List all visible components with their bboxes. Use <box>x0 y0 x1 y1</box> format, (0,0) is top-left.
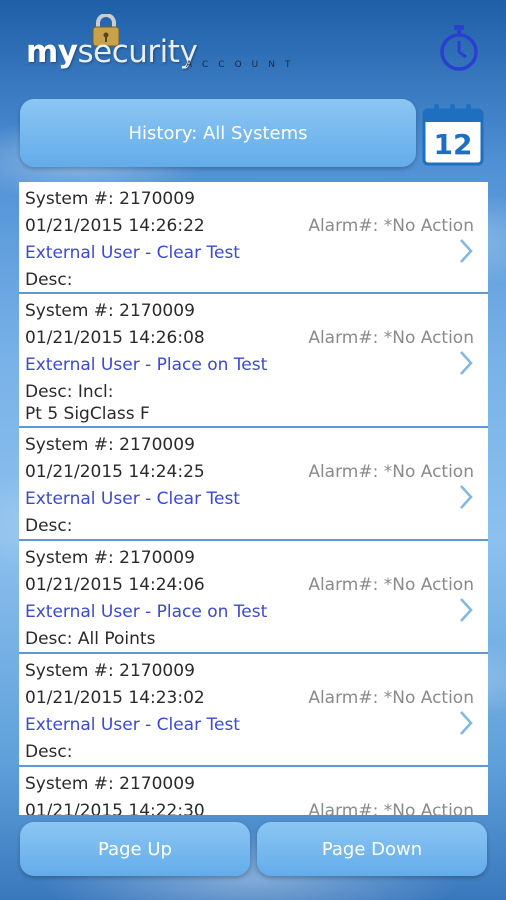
stopwatch-icon[interactable] <box>437 24 481 72</box>
alarm-status: Alarm#: *No Action <box>308 688 474 708</box>
system-number: System #: 2170009 <box>25 548 195 568</box>
entry-action: External User - Clear Test <box>25 243 240 263</box>
system-number: System #: 2170009 <box>25 435 195 455</box>
history-entry[interactable]: System #: 2170009 01/21/2015 14:26:22 Al… <box>19 182 488 294</box>
calendar-day: 12 <box>434 128 473 161</box>
chevron-right-icon[interactable] <box>458 710 474 736</box>
alarm-status: Alarm#: *No Action <box>308 801 474 815</box>
entry-datetime: 01/21/2015 14:26:08 <box>25 328 205 348</box>
entry-desc: Desc: All Points <box>25 629 156 649</box>
history-entry[interactable]: System #: 2170009 01/21/2015 14:24:25 Al… <box>19 428 488 541</box>
system-number: System #: 2170009 <box>25 661 195 681</box>
page-up-button[interactable]: Page Up <box>20 822 250 876</box>
system-number: System #: 2170009 <box>25 189 195 209</box>
history-title-bar[interactable]: History: All Systems <box>20 99 416 167</box>
history-list[interactable]: System #: 2170009 01/21/2015 14:26:22 Al… <box>19 182 488 815</box>
app-logo: mysecurity ACCOUNT <box>24 14 324 84</box>
entry-action: External User - Place on Test <box>25 355 268 375</box>
history-entry[interactable]: System #: 2170009 01/21/2015 14:24:06 Al… <box>19 541 488 654</box>
entry-desc: Desc: Incl: <box>25 382 114 402</box>
chevron-right-icon[interactable] <box>458 484 474 510</box>
alarm-status: Alarm#: *No Action <box>308 575 474 595</box>
chevron-right-icon[interactable] <box>458 597 474 623</box>
logo-security: security <box>77 34 198 70</box>
alarm-status: Alarm#: *No Action <box>308 328 474 348</box>
chevron-right-icon[interactable] <box>458 238 474 264</box>
entry-datetime: 01/21/2015 14:22:30 <box>25 801 205 815</box>
system-number: System #: 2170009 <box>25 774 195 794</box>
entry-desc: Desc: <box>25 742 73 762</box>
history-entry[interactable]: System #: 2170009 01/21/2015 14:23:02 Al… <box>19 654 488 767</box>
logo-my: my <box>26 34 78 70</box>
entry-action: External User - Clear Test <box>25 489 240 509</box>
alarm-status: Alarm#: *No Action <box>308 216 474 236</box>
logo-text: mysecurity <box>26 34 198 70</box>
alarm-status: Alarm#: *No Action <box>308 462 474 482</box>
entry-action: External User - Place on Test <box>25 602 268 622</box>
history-title-label: History: All Systems <box>128 122 308 144</box>
chevron-right-icon[interactable] <box>458 350 474 376</box>
calendar-icon[interactable]: 12 <box>421 102 485 166</box>
entry-desc-detail: Pt 5 SigClass F <box>25 404 150 424</box>
logo-subtitle: ACCOUNT <box>186 60 301 70</box>
entry-action: External User - Clear Test <box>25 715 240 735</box>
system-number: System #: 2170009 <box>25 301 195 321</box>
page-up-label: Page Up <box>98 838 172 860</box>
history-entry[interactable]: System #: 2170009 01/21/2015 14:26:08 Al… <box>19 294 488 428</box>
entry-datetime: 01/21/2015 14:26:22 <box>25 216 205 236</box>
page-down-label: Page Down <box>321 838 423 860</box>
entry-desc: Desc: <box>25 270 73 290</box>
entry-desc: Desc: <box>25 516 73 536</box>
entry-datetime: 01/21/2015 14:24:25 <box>25 462 205 482</box>
page-down-button[interactable]: Page Down <box>257 822 487 876</box>
entry-datetime: 01/21/2015 14:24:06 <box>25 575 205 595</box>
entry-datetime: 01/21/2015 14:23:02 <box>25 688 205 708</box>
history-entry[interactable]: System #: 2170009 01/21/2015 14:22:30 Al… <box>19 767 488 815</box>
